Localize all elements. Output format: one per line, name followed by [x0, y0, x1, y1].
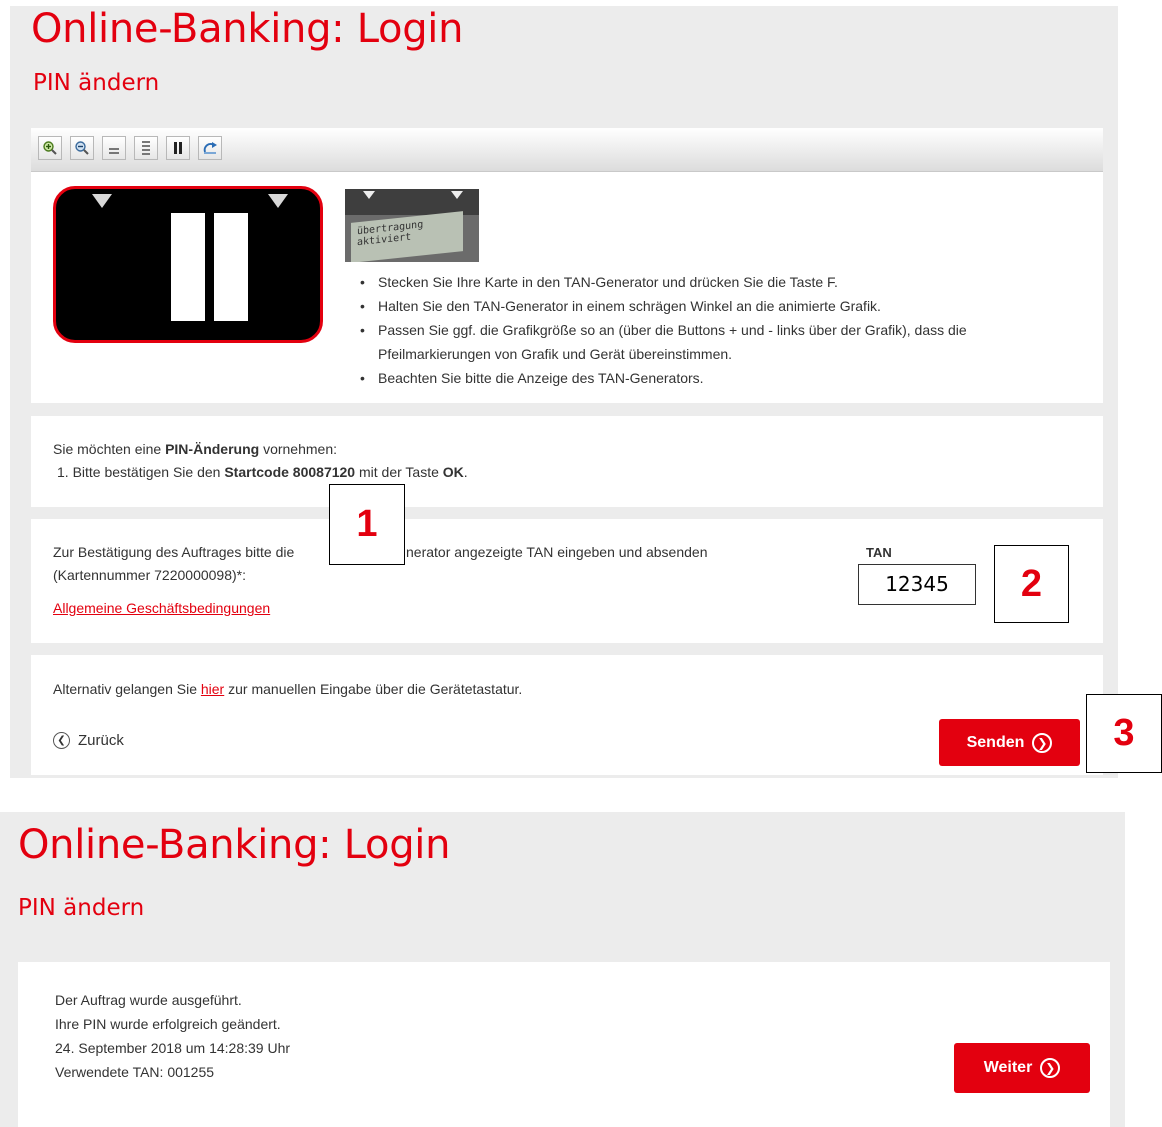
- annotation-2: 2: [994, 545, 1069, 623]
- reset-icon: [203, 142, 217, 154]
- graphic-toolbar: [31, 128, 1103, 172]
- pin-change-card: [31, 416, 1103, 507]
- arrow-marker-left: [92, 194, 112, 208]
- success-message: Der Auftrag wurde ausgeführt. Ihre PIN w…: [55, 988, 290, 1084]
- status-text: Der Auftrag wurde ausgeführt.: [55, 992, 242, 1008]
- tan-input[interactable]: 12345: [858, 564, 976, 605]
- device-screen-text: übertragung aktiviert: [351, 211, 463, 262]
- manual-entry-link[interactable]: hier: [201, 681, 224, 697]
- list-item: Halten Sie den TAN-Generator in einem sc…: [358, 294, 1078, 318]
- zoom-in-button[interactable]: [38, 136, 62, 160]
- startcode-step: 1. Bitte bestätigen Sie den Startcode 80…: [57, 464, 468, 480]
- page-subtitle-confirmation: PIN ändern: [18, 895, 145, 921]
- annotation-3: 3: [1086, 694, 1162, 773]
- zoom-in-icon: [43, 141, 57, 155]
- card-number-text: (Kartennummer 7220000098)*:: [53, 567, 247, 583]
- page-title-confirmation: Online-Banking: Login: [18, 822, 451, 868]
- pause-button[interactable]: [166, 136, 190, 160]
- chevron-right-icon: ❯: [1032, 732, 1053, 753]
- reset-button[interactable]: [198, 136, 222, 160]
- zoom-out-button[interactable]: [70, 136, 94, 160]
- speed-slow-button[interactable]: [102, 136, 126, 160]
- chevron-right-icon: ❯: [1040, 1058, 1061, 1078]
- flicker-bar: [171, 213, 205, 321]
- send-button[interactable]: Senden ❯: [939, 719, 1080, 766]
- manual-entry-text: Alternativ gelangen Sie hier zur manuell…: [53, 681, 523, 697]
- list-item: Pfeilmarkierungen von Grafik und Gerät ü…: [378, 346, 733, 362]
- list-item: Beachten Sie bitte die Anzeige des TAN-G…: [358, 366, 1078, 390]
- next-label: Weiter: [983, 1059, 1033, 1076]
- status-text: Ihre PIN wurde erfolgreich geändert.: [55, 1016, 281, 1032]
- chevron-left-icon: ❮: [53, 732, 70, 749]
- timestamp: 24. September 2018 um 14:28:39 Uhr: [55, 1040, 291, 1056]
- flicker-graphic: [53, 186, 323, 343]
- speed-fast-button[interactable]: [134, 136, 158, 160]
- zoom-out-icon: [75, 141, 89, 155]
- back-button[interactable]: ❮ Zurück: [53, 732, 124, 749]
- confirm-text-a: Zur Bestätigung des Auftrages bitte die: [53, 544, 295, 560]
- list-item: Passen Sie ggf. die Grafikgröße so an (ü…: [358, 318, 1078, 342]
- tan-label: TAN: [866, 545, 892, 560]
- agb-link[interactable]: Allgemeine Geschäftsbedingungen: [53, 600, 270, 616]
- tan-generator-image: übertragung aktiviert: [345, 189, 479, 262]
- confirm-text-b: nerator angezeigte TAN eingeben und abse…: [406, 544, 708, 560]
- arrow-marker-right: [268, 194, 288, 208]
- speed-slow-icon: [109, 148, 119, 154]
- pause-icon: [174, 142, 182, 154]
- list-item: Stecken Sie Ihre Karte in den TAN-Genera…: [358, 270, 1078, 294]
- startcode: Startcode 80087120: [224, 464, 356, 480]
- page-title: Online-Banking: Login: [31, 6, 464, 52]
- send-label: Senden: [966, 733, 1025, 751]
- flicker-bar: [214, 213, 248, 321]
- pin-change-intro: Sie möchten eine PIN-Änderung vornehmen:: [53, 441, 338, 457]
- back-label: Zurück: [78, 732, 124, 749]
- instructions-list: Stecken Sie Ihre Karte in den TAN-Genera…: [358, 270, 1078, 390]
- annotation-1: 1: [329, 484, 405, 565]
- page-subtitle: PIN ändern: [33, 70, 160, 96]
- used-tan-text: Verwendete TAN: 001255: [55, 1064, 215, 1080]
- speed-fast-icon: [142, 141, 150, 155]
- next-button[interactable]: Weiter ❯: [954, 1043, 1090, 1093]
